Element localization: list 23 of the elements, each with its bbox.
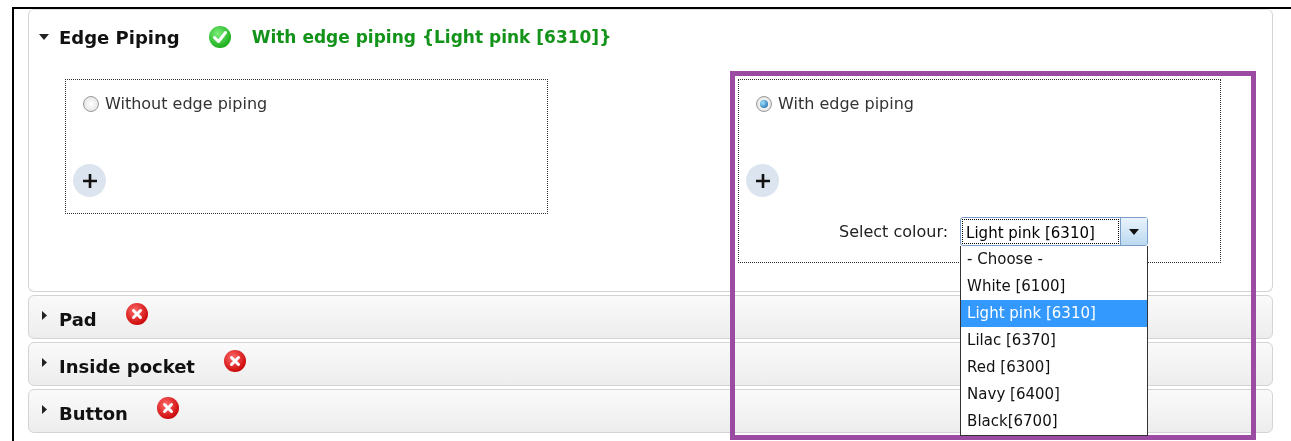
expand-triangle-icon[interactable] <box>40 403 48 415</box>
add-button[interactable] <box>73 164 106 197</box>
section-title[interactable]: Button <box>59 402 128 424</box>
dropdown-option[interactable]: Red [6300] <box>961 354 1148 381</box>
radio-button[interactable] <box>83 95 99 112</box>
section-title[interactable]: Edge Piping <box>59 26 180 48</box>
collapse-triangle-icon[interactable] <box>38 33 50 41</box>
expand-triangle-icon[interactable] <box>40 309 48 321</box>
section-title[interactable]: Pad <box>59 308 97 330</box>
add-button[interactable] <box>746 164 779 197</box>
selection-summary: With edge piping {Light pink [6310]} <box>251 27 612 47</box>
caret-icon <box>1129 228 1140 235</box>
colour-dropdown[interactable]: Light pink [6310] <box>960 217 1149 246</box>
option-label[interactable]: Without edge piping <box>105 94 268 113</box>
expand-triangle-icon[interactable] <box>40 356 48 368</box>
option-label[interactable]: With edge piping <box>778 94 914 113</box>
plus-icon <box>80 171 99 190</box>
plus-icon <box>753 171 772 190</box>
section-title[interactable]: Inside pocket <box>59 355 195 377</box>
dropdown-option[interactable]: Black[6700] <box>961 408 1148 435</box>
dropdown-option[interactable]: - Choose - <box>961 246 1148 273</box>
radio-button[interactable] <box>756 95 772 112</box>
field-label: Select colour: <box>839 222 949 241</box>
